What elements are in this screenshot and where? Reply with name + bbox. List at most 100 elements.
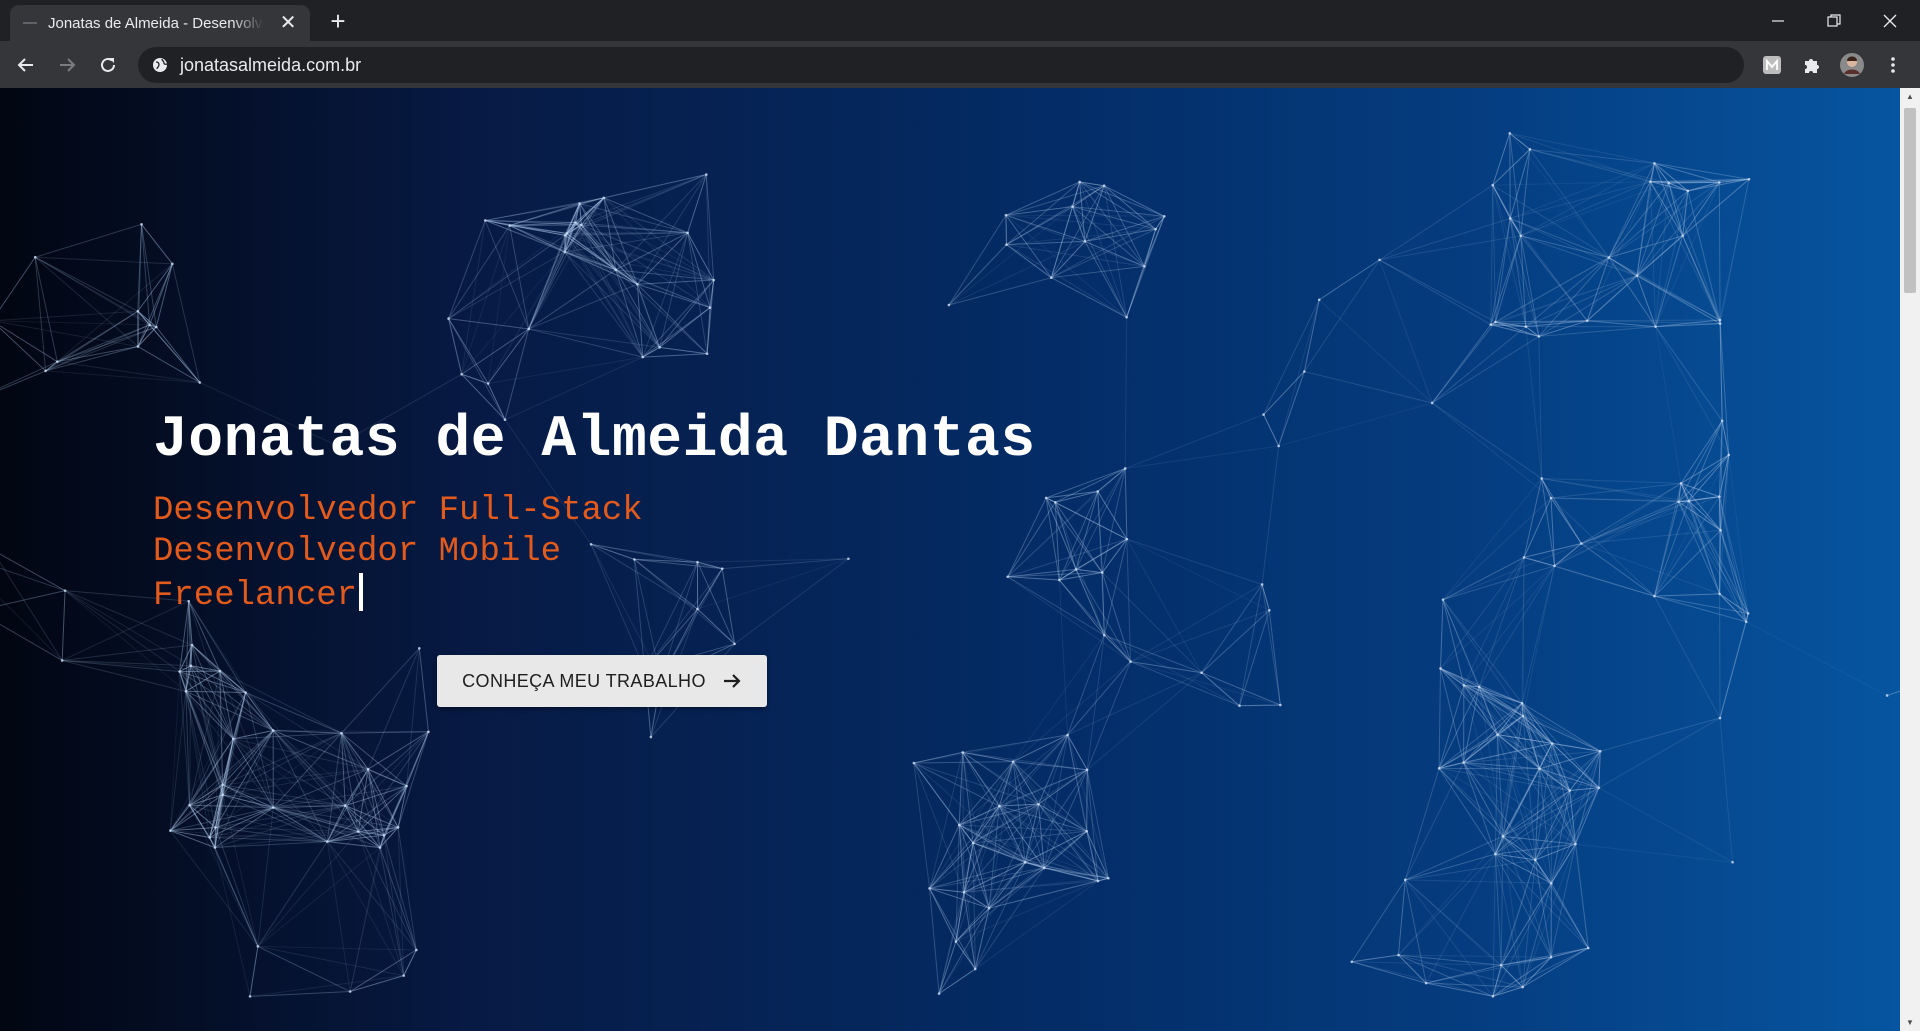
network-link	[485, 197, 604, 221]
role-text: Freelancer	[153, 577, 358, 615]
network-link	[214, 847, 251, 997]
browser-toolbar: jonatasalmeida.com.br	[0, 41, 1920, 88]
network-node	[1587, 946, 1590, 950]
network-node	[155, 325, 158, 329]
network-link	[1431, 402, 1552, 499]
network-link	[418, 648, 429, 732]
network-link	[448, 318, 463, 375]
network-node	[1524, 325, 1528, 328]
network-link	[257, 841, 328, 947]
network-node	[1317, 298, 1321, 302]
network-link	[962, 734, 1068, 753]
minimize-window-icon[interactable]	[1750, 0, 1806, 41]
hero-roles: Desenvolvedor Full-Stack Desenvolvedor M…	[153, 491, 643, 617]
network-link	[913, 751, 963, 764]
network-link	[1680, 483, 1747, 622]
network-node	[733, 642, 736, 646]
address-bar[interactable]: jonatasalmeida.com.br	[138, 47, 1744, 83]
network-node	[136, 309, 140, 313]
network-link	[1463, 565, 1555, 686]
network-link	[615, 174, 707, 271]
puzzle-piece-icon[interactable]	[1798, 51, 1826, 79]
network-node	[178, 670, 181, 673]
network-link	[1492, 184, 1540, 337]
network-link	[34, 256, 139, 347]
profile-avatar-icon[interactable]	[1838, 51, 1866, 79]
network-link	[528, 328, 660, 348]
url-text[interactable]: jonatasalmeida.com.br	[180, 55, 361, 76]
m-extension-icon[interactable]	[1758, 51, 1786, 79]
network-node	[847, 557, 850, 561]
network-node	[998, 804, 1001, 808]
network-link	[189, 665, 192, 806]
new-tab-button[interactable]: +	[325, 8, 351, 34]
network-link	[34, 256, 139, 312]
network-link	[1261, 584, 1281, 706]
network-link	[0, 597, 63, 661]
cta-button[interactable]: CONHEÇA MEU TRABALHO	[437, 655, 767, 707]
network-node	[947, 303, 951, 307]
globe-icon[interactable]	[150, 55, 170, 75]
page-scrollbar[interactable]: ▲ ▼	[1900, 88, 1920, 1031]
network-node	[1718, 495, 1721, 498]
network-node	[271, 729, 275, 732]
network-node	[1430, 401, 1434, 405]
scroll-up-icon[interactable]: ▲	[1900, 88, 1920, 105]
network-link	[350, 975, 404, 993]
tab-close-icon[interactable]: ✕	[278, 13, 298, 33]
network-node	[1154, 227, 1157, 231]
network-link	[1404, 768, 1440, 880]
network-node	[382, 833, 386, 837]
network-node	[1125, 315, 1128, 319]
network-node	[1521, 985, 1524, 989]
network-link	[1608, 235, 1683, 258]
network-node	[208, 836, 211, 839]
network-node	[405, 784, 408, 788]
network-link	[1086, 672, 1202, 771]
network-node	[214, 826, 217, 829]
network-node	[190, 643, 194, 647]
network-node	[63, 589, 67, 592]
network-link	[257, 831, 359, 947]
network-node	[954, 940, 958, 943]
network-link	[575, 222, 661, 348]
network-link	[0, 553, 66, 592]
network-link	[1101, 572, 1132, 662]
network-node	[1718, 318, 1722, 322]
network-link	[1581, 501, 1679, 544]
network-link	[1278, 402, 1433, 447]
network-node	[720, 567, 724, 570]
scroll-down-icon[interactable]: ▼	[1900, 1014, 1920, 1031]
network-node	[1653, 594, 1656, 598]
restore-window-icon[interactable]	[1806, 0, 1862, 41]
back-arrow-icon[interactable]	[10, 49, 42, 81]
close-window-icon[interactable]	[1862, 0, 1918, 41]
network-link	[1398, 853, 1496, 956]
network-node	[1747, 177, 1751, 181]
browser-tab[interactable]: Jonatas de Almeida - Desenvolvedor ✕	[10, 5, 310, 41]
arrow-right-icon	[722, 671, 742, 691]
kebab-menu-icon[interactable]	[1879, 51, 1907, 79]
network-link	[1655, 326, 1723, 422]
scroll-thumb[interactable]	[1904, 108, 1916, 293]
network-node	[356, 830, 360, 833]
network-link	[1608, 257, 1638, 277]
network-link	[1678, 501, 1749, 614]
network-node	[396, 826, 400, 829]
network-link	[1379, 235, 1521, 261]
forward-arrow-icon[interactable]	[51, 49, 83, 81]
network-link	[1058, 468, 1126, 581]
network-node	[1679, 482, 1683, 485]
network-node	[148, 323, 151, 327]
network-link	[1124, 468, 1128, 540]
network-link	[367, 648, 420, 770]
network-link	[1492, 181, 1651, 186]
network-link	[488, 356, 643, 385]
network-node	[912, 761, 916, 765]
reload-icon[interactable]	[92, 49, 124, 81]
network-node	[1143, 265, 1146, 268]
network-node	[1005, 243, 1008, 246]
network-link	[1575, 843, 1733, 863]
network-link	[1509, 132, 1655, 164]
network-node	[973, 967, 977, 971]
